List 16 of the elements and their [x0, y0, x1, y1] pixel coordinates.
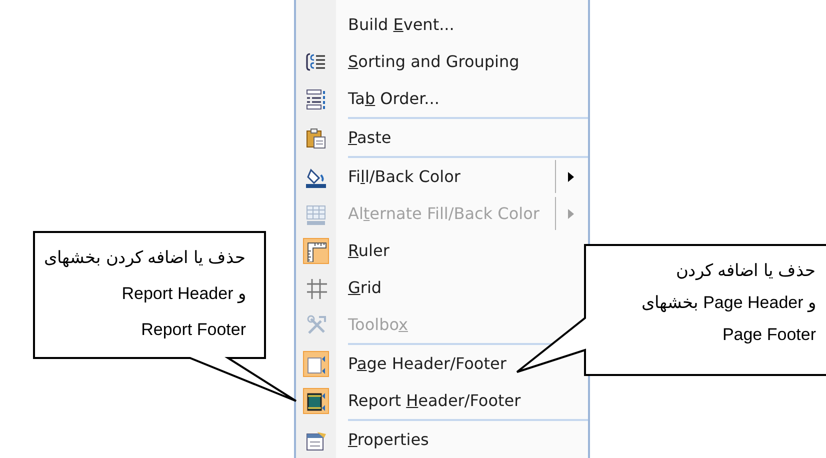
menu-item[interactable]: Grid — [348, 278, 382, 297]
menu-item[interactable]: Report Header/Footer — [348, 391, 521, 410]
callout-text: Page Footer — [722, 324, 816, 346]
menu-item[interactable]: Tab Order... — [348, 89, 440, 108]
menu-item[interactable]: Properties — [348, 430, 429, 449]
callout-text: حذف یا اضافه کردن بخشهای — [44, 247, 246, 269]
menu-item[interactable]: Paste — [348, 128, 392, 147]
callout-text: Report Footer — [141, 319, 246, 341]
menu-item[interactable]: Build Event... — [348, 15, 454, 34]
callout-text: و Page Header بخشهای — [641, 292, 816, 314]
menu-item[interactable]: Sorting and Grouping — [348, 52, 520, 71]
menu-item[interactable]: Page Header/Footer — [348, 354, 506, 373]
menu-item[interactable]: Fill/Back Color — [348, 167, 460, 186]
menu-item[interactable]: Ruler — [348, 241, 390, 260]
callout-text: حذف یا اضافه کردن — [676, 260, 816, 282]
callout-text: و Report Header — [122, 283, 246, 305]
